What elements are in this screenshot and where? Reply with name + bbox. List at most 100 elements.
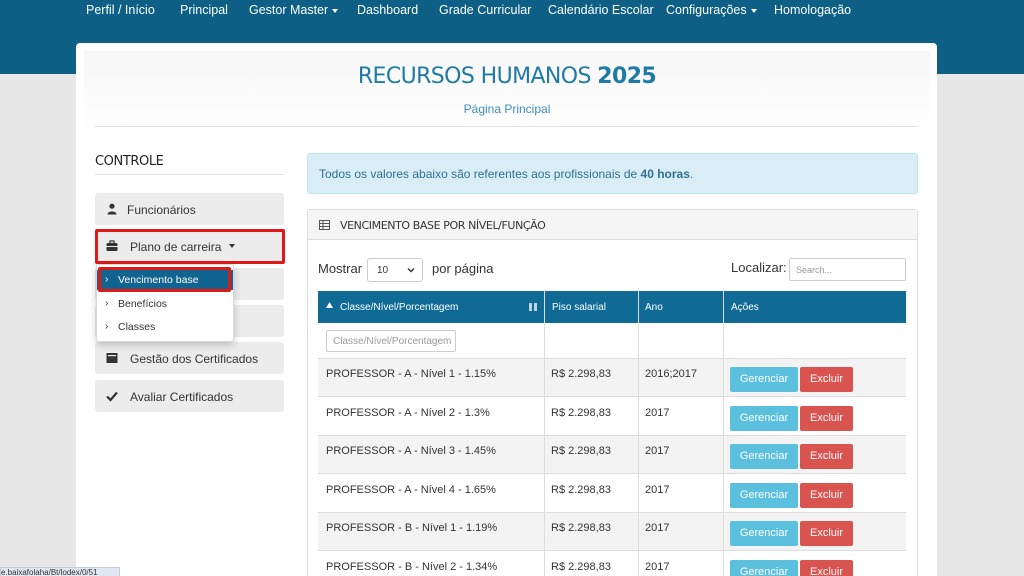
table-row: PROFESSOR - B - Nível 2 - 1.34% R$ 2.298,…	[318, 551, 906, 576]
page-title: RECURSOS HUMANOS 2025	[84, 64, 930, 89]
table-row: PROFESSOR - B - Nível 1 - 1.19% R$ 2.298,…	[318, 513, 906, 551]
select-value: 10	[377, 265, 389, 276]
manage-button[interactable]: Gerenciar	[730, 367, 798, 392]
column-divider	[638, 291, 639, 576]
cell-ano: 2017	[645, 522, 670, 534]
sidebar-heading: CONTROLE	[95, 154, 164, 169]
column-header: Ações	[731, 302, 759, 313]
divider	[95, 126, 918, 127]
table-icon	[319, 220, 330, 230]
title-year: 2025	[597, 64, 657, 89]
cell-ano: 2017	[645, 560, 670, 573]
nav-principal[interactable]: Principal	[180, 3, 228, 17]
cell-piso: R$ 2.298,83	[551, 445, 611, 457]
nav-label: Dashboard	[357, 3, 419, 17]
page-subtitle[interactable]: Página Principal	[84, 102, 930, 116]
table-header: Classe/Nível/Porcentagem Piso salarial A…	[318, 291, 906, 323]
status-url: e.baixafolaha/Bt/lodex/0/51	[1, 568, 98, 576]
cell-classe: PROFESSOR - B - Nível 2 - 1.34%	[326, 560, 498, 573]
page-length-select[interactable]: 10	[367, 258, 423, 282]
table-row: PROFESSOR - A - Nível 2 - 1.3% R$ 2.298,8…	[318, 397, 906, 436]
cell-ano: 2017	[645, 483, 670, 496]
chevron-down-icon	[407, 268, 415, 273]
nav-dashboard[interactable]: Dashboard	[357, 3, 418, 17]
nav-configuracoes[interactable]: Configurações	[666, 3, 757, 17]
main-nav: Perfil / Início Principal Gestor Master …	[0, 0, 1024, 22]
title-main: RECURSOS HUMANOS	[357, 64, 592, 89]
nav-gestor-master[interactable]: Gestor Master	[249, 3, 339, 17]
column-divider	[723, 291, 724, 576]
cell-piso: R$ 2.298,83	[551, 560, 611, 573]
column-filter-input[interactable]: Classe/Nível/Porcentagem	[326, 330, 456, 352]
cell-piso: R$ 2.298,83	[551, 483, 611, 496]
sidebar-item-avaliar-certificados[interactable]: Avaliar Certificados	[95, 380, 284, 412]
sort-asc-icon	[326, 302, 333, 308]
column-header[interactable]: Ano	[645, 302, 663, 313]
sort-icon[interactable]	[528, 302, 538, 312]
nav-label: Grade Curricular	[439, 3, 532, 17]
alert-bold: 40 horas	[640, 167, 690, 181]
cell-piso: R$ 2.298,83	[551, 406, 611, 419]
nav-label: Gestor Master	[249, 3, 329, 17]
highlight-box	[98, 267, 231, 292]
manage-button[interactable]: Gerenciar	[730, 521, 798, 546]
filter-placeholder: Classe/Nível/Porcentagem	[333, 336, 452, 347]
cell-classe: PROFESSOR - A - Nível 3 - 1.45%	[326, 445, 496, 457]
nav-label: Perfil / Início	[86, 3, 155, 17]
delete-button[interactable]: Excluir	[800, 405, 853, 431]
cell-classe: PROFESSOR - A - Nível 1 - 1.15%	[326, 368, 496, 380]
delete-button[interactable]: Excluir	[800, 444, 853, 469]
submenu-classes[interactable]: › Classes	[97, 317, 233, 337]
submenu-label: Classes	[118, 321, 156, 333]
cell-ano: 2016;2017	[645, 368, 697, 380]
delete-button[interactable]: Excluir	[800, 482, 853, 508]
nav-label: Calendário Escolar	[548, 3, 654, 17]
column-divider	[544, 291, 545, 576]
delete-button[interactable]: Excluir	[800, 559, 853, 576]
nav-perfil-inicio[interactable]: Perfil / Início	[86, 3, 155, 17]
cell-classe: PROFESSOR - B - Nível 1 - 1.19%	[326, 522, 498, 534]
column-header[interactable]: Piso salarial	[552, 302, 606, 313]
panel-title: VENCIMENTO BASE POR NÍVEL/FUNÇÃO	[340, 219, 546, 232]
sidebar-item-funcionarios[interactable]: Funcionários	[95, 193, 284, 225]
submenu-label: Benefícios	[118, 298, 168, 310]
cell-ano: 2017	[645, 445, 670, 457]
search-input[interactable]: Search...	[789, 258, 906, 281]
nav-label: Configurações	[666, 3, 747, 17]
caret-down-icon	[750, 8, 757, 13]
column-header[interactable]: Classe/Nível/Porcentagem	[340, 302, 458, 313]
panel-header: VENCIMENTO BASE POR NÍVEL/FUNÇÃO	[308, 210, 917, 240]
cell-classe: PROFESSOR - A - Nível 2 - 1.3%	[326, 406, 490, 419]
caret-down-icon	[332, 8, 339, 13]
nav-homologacao[interactable]: Homologação	[774, 3, 851, 17]
nav-grade-curricular[interactable]: Grade Curricular	[439, 3, 531, 17]
divider	[95, 174, 284, 175]
sidebar-item-label: Gestão dos Certificados	[130, 352, 259, 366]
cell-ano: 2017	[645, 406, 670, 419]
info-alert: Todos os valores abaixo são referentes a…	[307, 153, 918, 194]
nav-label: Homologação	[774, 3, 852, 17]
manage-button[interactable]: Gerenciar	[730, 405, 798, 431]
length-suffix: por página	[432, 261, 494, 276]
cell-classe: PROFESSOR - A - Nível 4 - 1.65%	[326, 483, 496, 496]
sidebar-item-gestao-certificados[interactable]: Gestão dos Certificados	[95, 342, 284, 374]
check-icon	[106, 391, 118, 402]
table-row: PROFESSOR - A - Nível 1 - 1.15% R$ 2.298,…	[318, 359, 906, 397]
cell-piso: R$ 2.298,83	[551, 368, 611, 380]
submenu-beneficios[interactable]: › Benefícios	[97, 294, 233, 314]
certificate-icon	[106, 353, 118, 363]
manage-button[interactable]: Gerenciar	[730, 482, 798, 508]
alert-end: .	[689, 167, 694, 181]
chevron-right-icon: ›	[105, 321, 109, 332]
highlight-box	[95, 229, 285, 264]
manage-button[interactable]: Gerenciar	[730, 444, 798, 469]
status-bar: e.baixafolaha/Bt/lodex/0/51	[0, 567, 120, 576]
length-prefix: Mostrar	[318, 261, 363, 276]
table-row: PROFESSOR - A - Nível 3 - 1.45% R$ 2.298,…	[318, 436, 906, 474]
manage-button[interactable]: Gerenciar	[730, 559, 798, 576]
delete-button[interactable]: Excluir	[800, 367, 853, 392]
nav-calendario-escolar[interactable]: Calendário Escolar	[548, 3, 654, 17]
table-row: PROFESSOR - A - Nível 4 - 1.65% R$ 2.298,…	[318, 474, 906, 513]
nav-label: Principal	[180, 3, 228, 17]
delete-button[interactable]: Excluir	[800, 521, 853, 546]
